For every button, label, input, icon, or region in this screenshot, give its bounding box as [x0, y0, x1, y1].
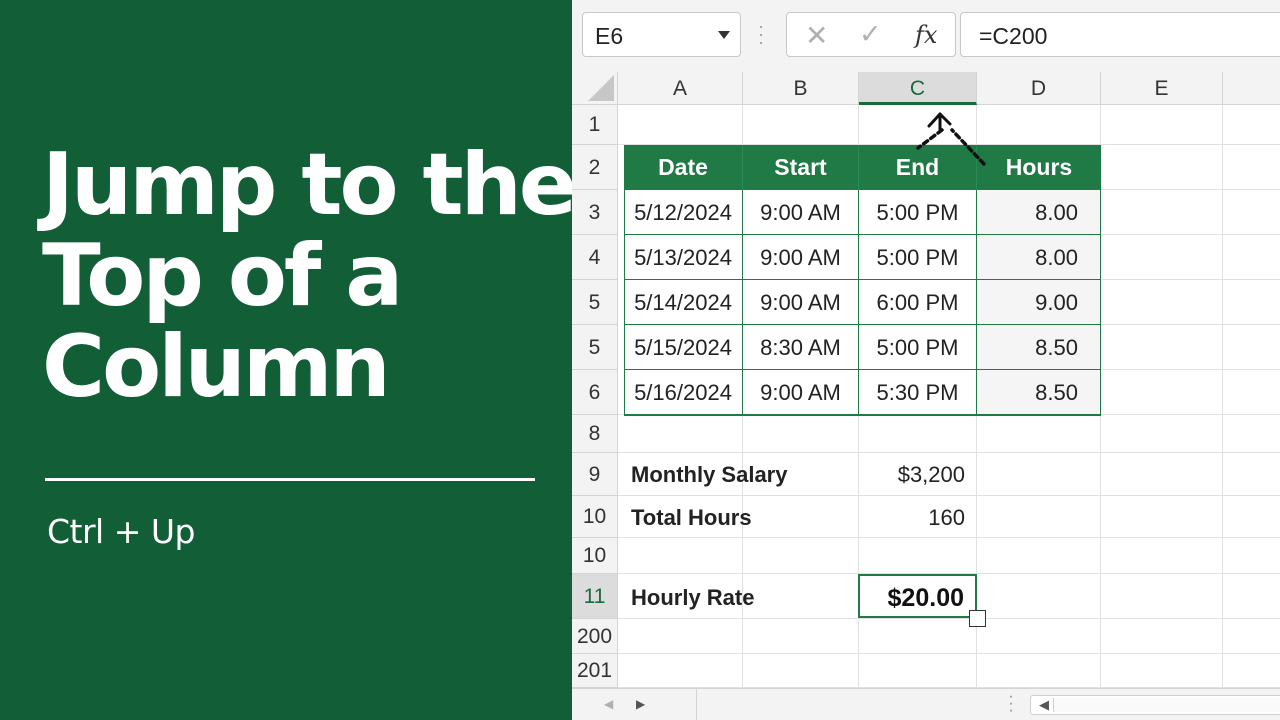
table-cell-hours[interactable]: 8.50: [977, 325, 1101, 370]
more-options-icon[interactable]: · · ·: [758, 17, 764, 51]
table-cell-start[interactable]: 9:00 AM: [743, 190, 859, 235]
row-header[interactable]: 8: [572, 415, 618, 453]
headline-line-1: Jump to the: [42, 135, 577, 235]
tab-separator: [696, 689, 697, 720]
checkmark-icon[interactable]: ✓: [859, 19, 882, 50]
row-header[interactable]: 3: [572, 190, 618, 235]
scroll-left-arrow-icon[interactable]: ◀: [1039, 697, 1049, 713]
row-header[interactable]: 201: [572, 654, 618, 688]
total-hours-label[interactable]: Total Hours: [631, 505, 752, 531]
spreadsheet: E6 · · · ✕ ✓ fx =C200 A B C D E 1 2 3 4 5 …: [572, 0, 1280, 720]
name-box-value: E6: [595, 23, 624, 49]
table-cell-start[interactable]: 9:00 AM: [743, 370, 859, 415]
title-panel: Jump to the Top of a Column Ctrl + Up: [0, 0, 577, 720]
table-header-hours[interactable]: Hours: [977, 145, 1101, 190]
scroll-right-icon[interactable]: ▶: [636, 697, 645, 711]
fill-handle[interactable]: [969, 610, 986, 627]
headline-line-3: Column: [42, 317, 391, 417]
table-cell-hours[interactable]: 9.00: [977, 280, 1101, 325]
scrollbar-thumb[interactable]: [1053, 698, 1280, 712]
formula-bar: E6 · · · ✕ ✓ fx =C200: [572, 0, 1280, 72]
column-header-a[interactable]: A: [618, 72, 743, 105]
column-header-d[interactable]: D: [977, 72, 1101, 105]
table-cell-end[interactable]: 5:30 PM: [859, 370, 977, 415]
active-cell[interactable]: $20.00: [858, 574, 977, 618]
row-header[interactable]: 10: [572, 538, 618, 574]
row-header[interactable]: 5: [572, 280, 618, 325]
table-cell-date[interactable]: 5/15/2024: [624, 325, 743, 370]
monthly-salary-label[interactable]: Monthly Salary: [631, 462, 787, 488]
headline-line-2: Top of a: [42, 226, 403, 326]
row-header[interactable]: 11: [572, 574, 618, 619]
cell-grid[interactable]: A B C D E 1 2 3 4 5 5 6 8 9 10 10 11 200…: [572, 72, 1280, 688]
column-header-c[interactable]: C: [859, 72, 977, 105]
column-header-f[interactable]: [1223, 72, 1280, 105]
close-icon[interactable]: ✕: [805, 19, 828, 52]
keyboard-shortcut: Ctrl + Up: [47, 512, 195, 551]
table-cell-date[interactable]: 5/13/2024: [624, 235, 743, 280]
name-box[interactable]: E6: [582, 12, 741, 57]
table-cell-date[interactable]: 5/14/2024: [624, 280, 743, 325]
formula-input[interactable]: =C200: [960, 12, 1280, 57]
table-cell-start[interactable]: 8:30 AM: [743, 325, 859, 370]
hourly-rate-label[interactable]: Hourly Rate: [631, 585, 754, 611]
monthly-salary-value[interactable]: $3,200: [859, 462, 965, 488]
divider-line: [45, 478, 535, 481]
table-header-start[interactable]: Start: [743, 145, 859, 190]
row-header[interactable]: 5: [572, 325, 618, 370]
table-cell-end[interactable]: 5:00 PM: [859, 190, 977, 235]
formula-buttons: ✕ ✓ fx: [786, 12, 956, 57]
total-hours-value[interactable]: 160: [859, 505, 965, 531]
formula-text: =C200: [979, 23, 1048, 49]
table-cell-end[interactable]: 5:00 PM: [859, 235, 977, 280]
row-header[interactable]: 200: [572, 619, 618, 654]
more-options-icon[interactable]: · · ·: [1008, 689, 1014, 719]
jump-arrow-icon: [916, 112, 986, 166]
column-header-b[interactable]: B: [743, 72, 859, 105]
table-cell-start[interactable]: 9:00 AM: [743, 235, 859, 280]
table-cell-end[interactable]: 6:00 PM: [859, 280, 977, 325]
row-header[interactable]: 6: [572, 370, 618, 415]
insert-function-icon[interactable]: fx: [915, 21, 937, 49]
hourly-rate-value: $20.00: [887, 584, 964, 612]
table-header-date[interactable]: Date: [624, 145, 743, 190]
table-cell-start[interactable]: 9:00 AM: [743, 280, 859, 325]
row-header[interactable]: 4: [572, 235, 618, 280]
sheet-status-bar: ◀ ▶ · · · ◀: [572, 688, 1280, 720]
table-cell-hours[interactable]: 8.50: [977, 370, 1101, 415]
column-header-e[interactable]: E: [1101, 72, 1223, 105]
row-header[interactable]: 1: [572, 105, 618, 145]
table-cell-date[interactable]: 5/16/2024: [624, 370, 743, 415]
row-header[interactable]: 10: [572, 496, 618, 538]
select-all-corner[interactable]: [572, 72, 618, 105]
table-cell-end[interactable]: 5:00 PM: [859, 325, 977, 370]
table-cell-hours[interactable]: 8.00: [977, 190, 1101, 235]
headline: Jump to the Top of a Column: [42, 135, 577, 417]
table-cell-hours[interactable]: 8.00: [977, 235, 1101, 280]
table-cell-date[interactable]: 5/12/2024: [624, 190, 743, 235]
chevron-down-icon[interactable]: [718, 31, 730, 39]
row-header[interactable]: 2: [572, 145, 618, 190]
horizontal-scrollbar[interactable]: ◀: [1030, 695, 1280, 715]
row-header[interactable]: 9: [572, 453, 618, 496]
scroll-left-icon[interactable]: ◀: [604, 697, 613, 711]
